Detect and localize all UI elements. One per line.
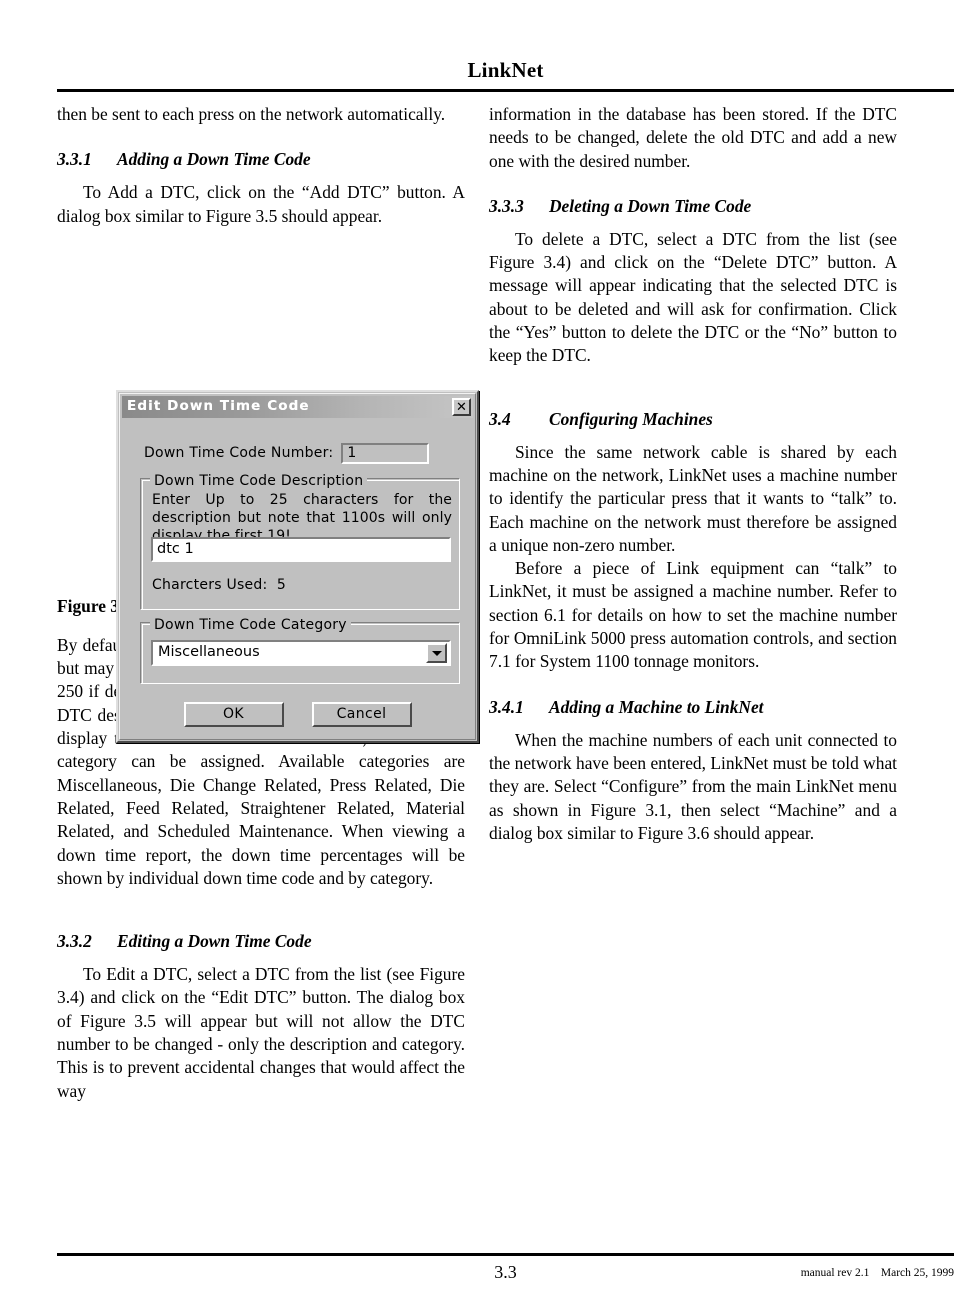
close-icon[interactable]: ✕ xyxy=(452,398,471,416)
heading-text: Adding a Down Time Code xyxy=(117,149,311,170)
heading-number: 3.4.1 xyxy=(489,696,524,717)
heading-3-3-3: 3.3.3 Deleting a Down Time Code xyxy=(489,195,897,218)
description-group-title: Down Time Code Description xyxy=(150,470,368,494)
paragraph-3-4-1: Since the same network cable is shared b… xyxy=(489,441,897,555)
description-groupbox: Down Time Code Description Enter Up to 2… xyxy=(140,470,460,610)
right-continued-paragraph: information in the database has been sto… xyxy=(489,104,897,171)
heading-number: 3.3.2 xyxy=(57,931,92,952)
category-combobox[interactable]: Miscellaneous xyxy=(151,640,451,666)
heading-number: 3.3.3 xyxy=(489,195,524,216)
chevron-down-icon[interactable] xyxy=(426,643,447,663)
dialog-body: Down Time Code Number: 1 Down Time Code … xyxy=(122,422,473,737)
dialog-title: Edit Down Time Code xyxy=(127,398,310,415)
left-continued-paragraph: then be sent to each press on the networ… xyxy=(57,104,446,124)
category-groupbox: Down Time Code Category Miscellaneous xyxy=(140,614,460,684)
page-footer: 3.3 manual rev 2.1 March 25, 1999 xyxy=(57,1259,954,1289)
category-selected-value: Miscellaneous xyxy=(158,644,260,661)
header-rule xyxy=(57,89,954,92)
heading-text: Adding a Machine to LinkNet xyxy=(549,696,764,717)
revision-info: manual rev 2.1 March 25, 1999 xyxy=(800,1267,954,1279)
paragraph-3-3-3: To delete a DTC, select a DTC from the l… xyxy=(489,228,897,366)
heading-3-4-1: 3.4.1 Adding a Machine to LinkNet xyxy=(489,696,897,719)
ok-button[interactable]: OK xyxy=(183,702,284,727)
heading-number: 3.3.1 xyxy=(57,149,92,170)
dtc-number-input[interactable]: 1 xyxy=(341,443,430,465)
heading-number: 3.4 xyxy=(489,408,511,429)
cancel-button[interactable]: Cancel xyxy=(311,702,412,727)
category-group-title: Down Time Code Category xyxy=(150,614,351,638)
dtc-number-row: Down Time Code Number: 1 xyxy=(144,442,430,465)
heading-3-3-1: 3.3.1 Adding a Down Time Code xyxy=(57,148,465,171)
footer-rule xyxy=(57,1253,954,1256)
characters-used-label: Charcters Used: 5 xyxy=(152,577,287,593)
page-title: LinkNet xyxy=(467,58,544,82)
heading-3-3-2: 3.3.2 Editing a Down Time Code xyxy=(57,930,465,953)
paragraph-3-4-2: Before a piece of Link equipment can “ta… xyxy=(489,558,897,672)
heading-text: Deleting a Down Time Code xyxy=(549,195,752,216)
dialog-button-row: OK Cancel xyxy=(122,702,473,727)
heading-text: Configuring Machines xyxy=(549,408,713,429)
document-page: LinkNet then be sent to each press on th… xyxy=(0,0,954,1312)
dtc-number-label: Down Time Code Number: xyxy=(144,445,334,461)
paragraph-3-3-2: To Edit a DTC, select a DTC from the lis… xyxy=(57,964,465,1101)
dialog-titlebar: Edit Down Time Code ✕ xyxy=(122,396,473,418)
description-input[interactable]: dtc 1 xyxy=(151,537,451,562)
paragraph-3-3-1: To Add a DTC, click on the “Add DTC” but… xyxy=(57,182,465,226)
left-column: then be sent to each press on the networ… xyxy=(57,103,479,1103)
paragraph-3-4-1-body: When the machine numbers of each unit co… xyxy=(489,729,897,843)
heading-3-4: 3.4 Configuring Machines xyxy=(489,408,897,431)
edit-down-time-code-dialog: Edit Down Time Code ✕ Down Time Code Num… xyxy=(116,390,479,743)
page-header: LinkNet xyxy=(57,58,954,82)
heading-text: Editing a Down Time Code xyxy=(117,931,312,952)
right-column: information in the database has been sto… xyxy=(489,103,897,845)
